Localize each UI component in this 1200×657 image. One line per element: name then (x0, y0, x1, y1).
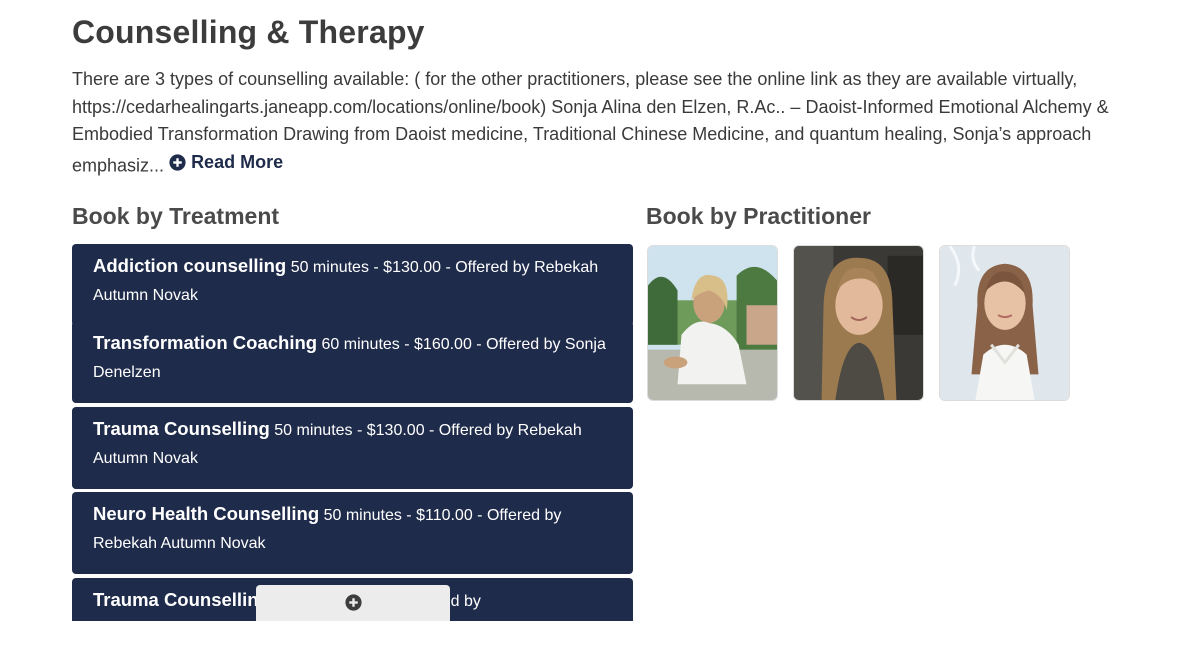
book-by-practitioner-heading: Book by Practitioner (646, 203, 871, 229)
treatment-list: Addiction counselling 50 minutes - $130.… (72, 244, 633, 621)
treatment-name: Transformation Coaching (93, 332, 318, 353)
plus-circle-icon (169, 154, 186, 171)
treatment-name: Neuro Health Counselling (93, 503, 320, 524)
plus-circle-icon (344, 594, 362, 611)
practitioner-photo-3[interactable] (939, 245, 1070, 401)
page-description: There are 3 types of counselling availab… (72, 66, 1182, 180)
practitioner-photo-2-icon (794, 246, 923, 400)
treatment-card-trauma-counselling[interactable]: Trauma Counselling 50 minutes - $130.00 … (72, 407, 633, 489)
read-more-link[interactable]: Read More (169, 149, 283, 177)
treatment-name: Trauma Counselling (93, 418, 270, 439)
page-title: Counselling & Therapy (72, 14, 425, 50)
practitioner-photo-3-icon (940, 246, 1069, 400)
show-more-button[interactable] (256, 585, 450, 621)
treatment-name: Addiction counselling (93, 255, 287, 276)
practitioner-photo-2[interactable] (793, 245, 924, 401)
practitioner-photo-1-icon (648, 246, 777, 400)
read-more-label: Read More (191, 151, 284, 172)
treatment-name: Trauma Counselling (93, 589, 270, 610)
treatment-card-neuro-health-counselling[interactable]: Neuro Health Counselling 50 minutes - $1… (72, 492, 633, 574)
treatment-card-addiction-counselling[interactable]: Addiction counselling 50 minutes - $130.… (72, 244, 633, 326)
practitioner-photo-1[interactable] (647, 245, 778, 401)
book-by-treatment-heading: Book by Treatment (72, 203, 280, 229)
treatment-card-transformation-coaching[interactable]: Transformation Coaching 60 minutes - $16… (72, 321, 633, 403)
